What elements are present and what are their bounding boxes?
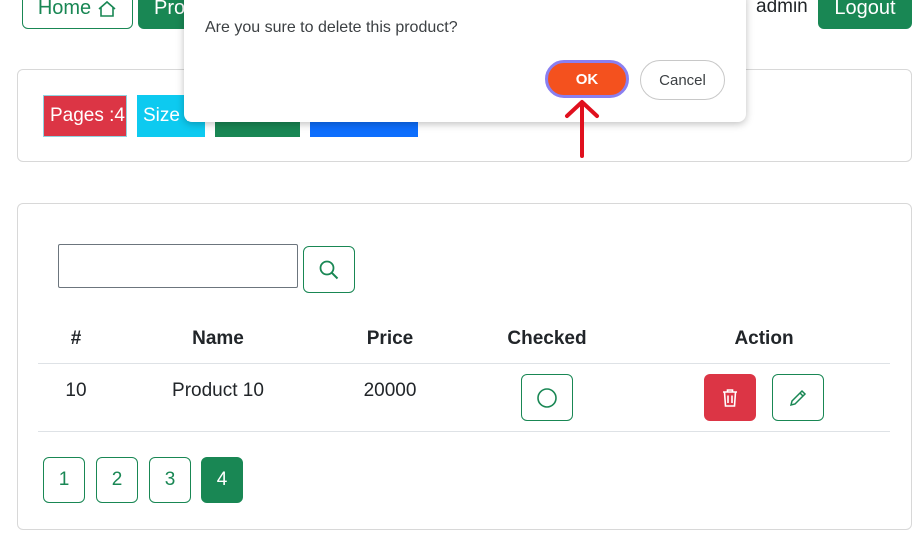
search-button[interactable] — [303, 246, 355, 293]
delete-button[interactable] — [704, 374, 756, 421]
dialog-ok-label: OK — [575, 70, 599, 88]
edit-button[interactable] — [772, 374, 824, 421]
col-header-checked: Checked — [507, 328, 587, 349]
home-button[interactable]: Home — [22, 0, 133, 29]
annotation-arrow-icon — [565, 100, 599, 158]
pencil-icon — [789, 389, 807, 406]
confirm-dialog: Are you sure to delete this product? OK … — [184, 0, 746, 122]
house-icon — [98, 0, 116, 17]
page-button-3[interactable]: 3 — [149, 457, 191, 503]
table-header-divider — [38, 363, 890, 364]
cell-price: 20000 — [363, 380, 417, 401]
username: admin — [756, 0, 808, 17]
table-row-divider — [38, 431, 890, 432]
cell-name: Product 10 — [172, 380, 264, 401]
page-button-1[interactable]: 1 — [43, 457, 85, 503]
logout-button[interactable]: Logout — [818, 0, 912, 29]
search-icon — [319, 260, 339, 279]
search-input[interactable] — [58, 244, 298, 288]
dialog-cancel-label: Cancel — [659, 71, 706, 89]
col-header-name: Name — [192, 328, 244, 349]
cell-id: 10 — [65, 380, 87, 401]
dialog-message: Are you sure to delete this product? — [205, 19, 458, 36]
dialog-cancel-button[interactable]: Cancel — [640, 60, 725, 100]
circle-icon — [537, 387, 557, 408]
col-header-id: # — [70, 328, 82, 349]
page-button-4[interactable]: 4 — [201, 457, 243, 503]
col-header-action: Action — [734, 328, 794, 349]
page-button-2[interactable]: 2 — [96, 457, 138, 503]
trash-icon — [723, 388, 737, 407]
check-toggle-button[interactable] — [521, 374, 573, 421]
logout-label: Logout — [834, 0, 896, 19]
dialog-ok-button[interactable]: OK — [545, 60, 629, 98]
pages-badge: Pages :4 — [43, 95, 127, 137]
col-header-price: Price — [366, 328, 414, 349]
home-label: Home — [37, 0, 92, 19]
